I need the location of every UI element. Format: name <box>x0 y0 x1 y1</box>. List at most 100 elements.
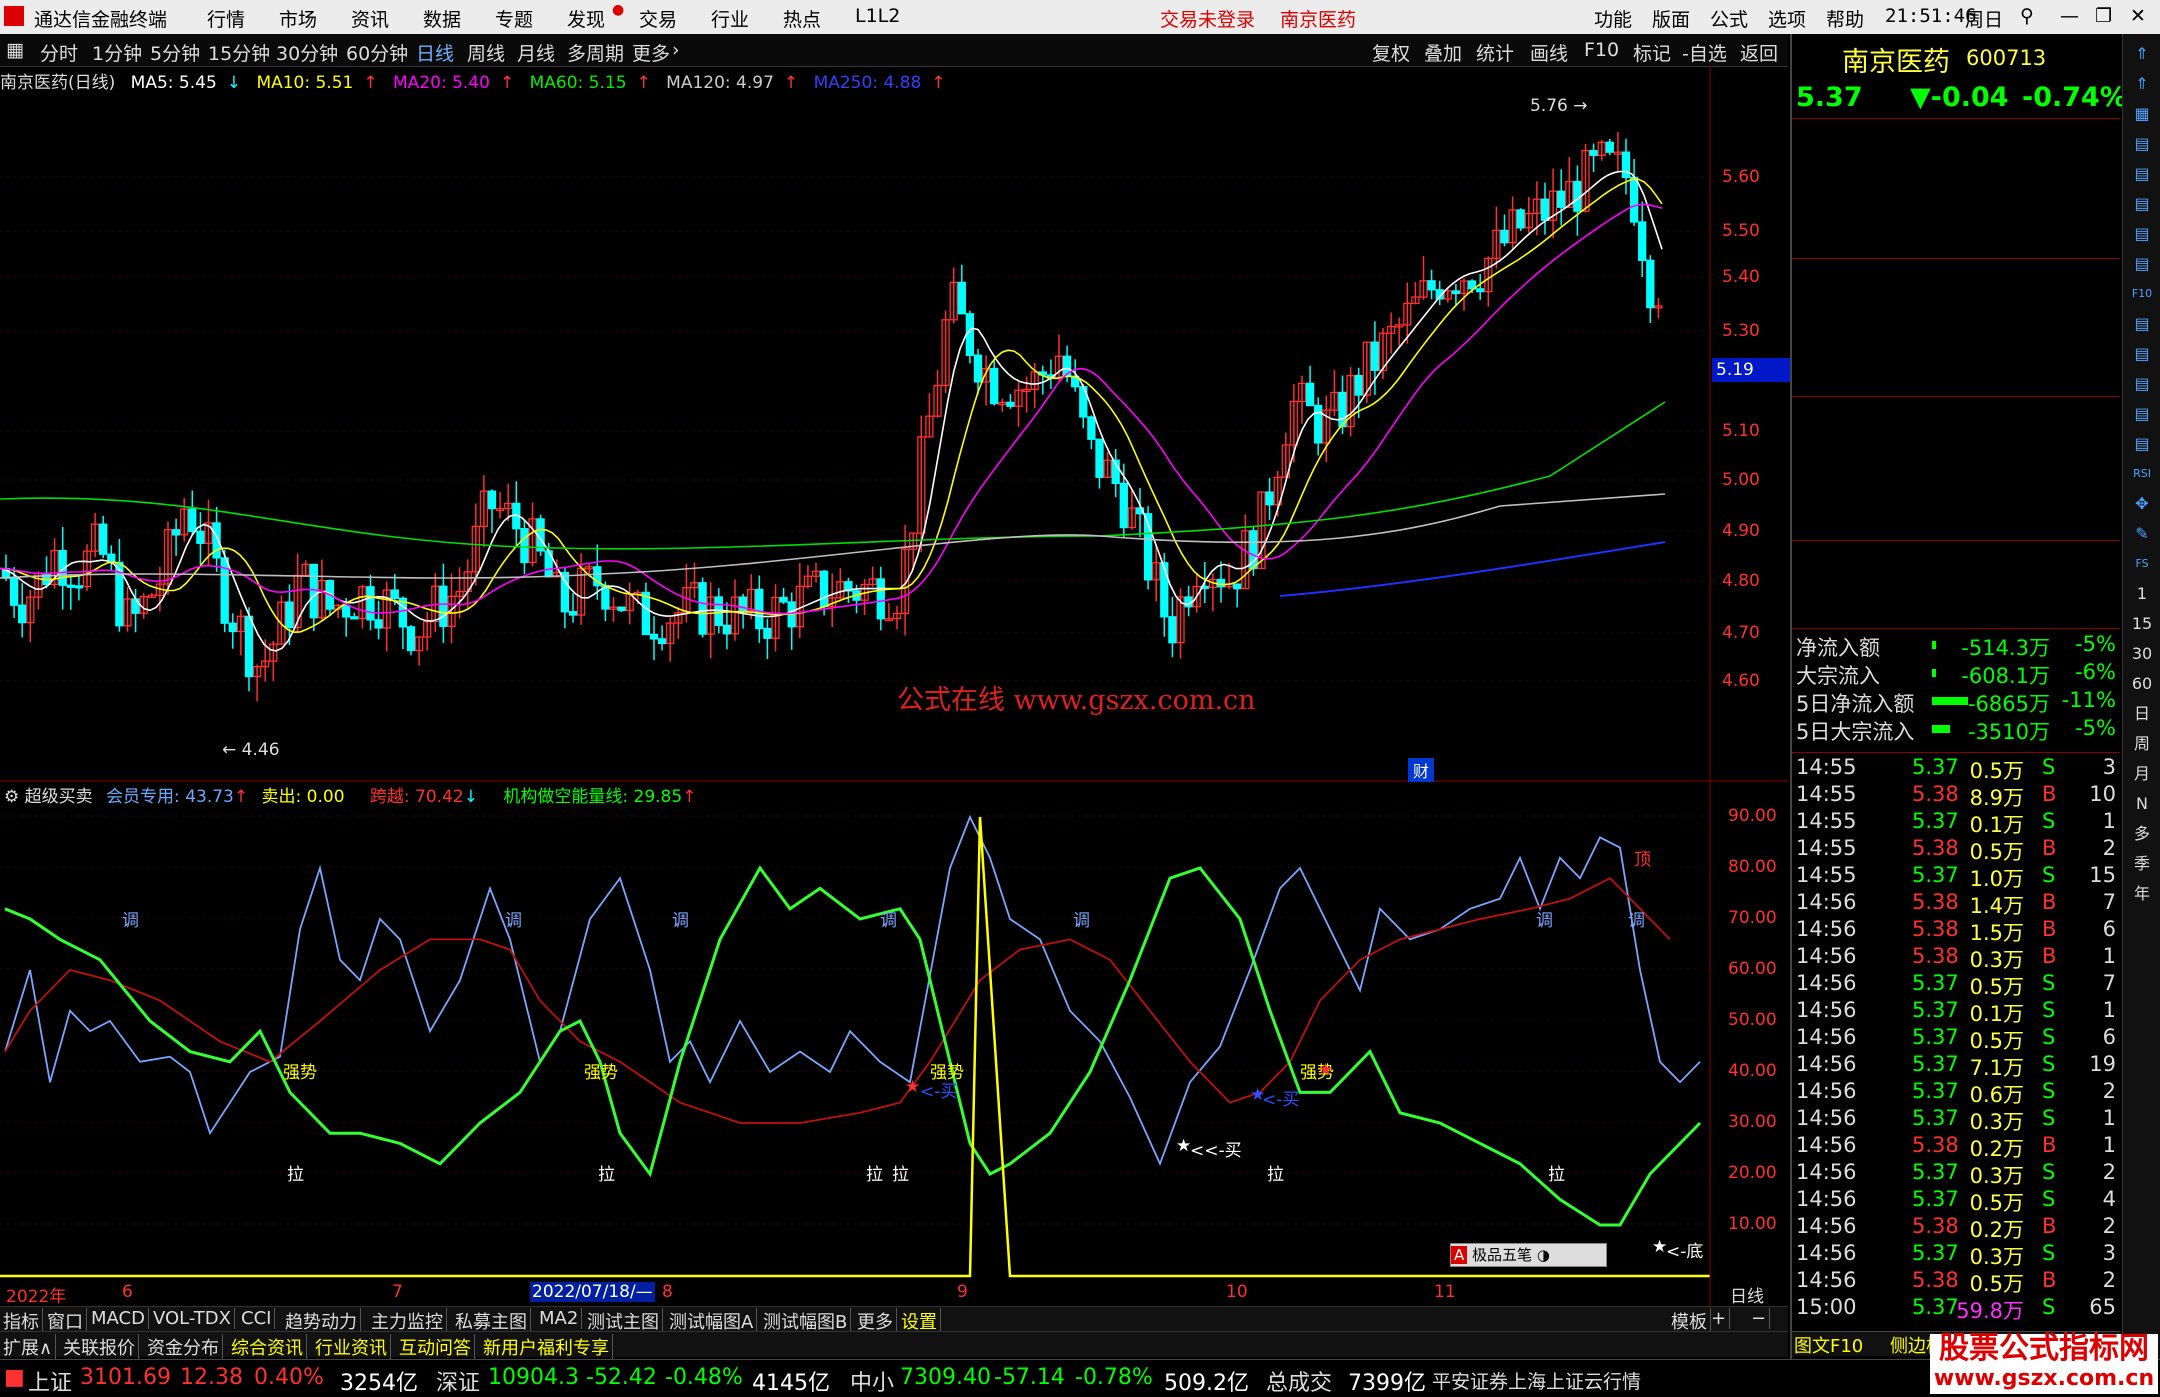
year-icon[interactable]: 年 <box>2128 880 2156 908</box>
menu-banmian[interactable]: 版面 <box>1652 5 1690 32</box>
n-icon[interactable]: N <box>2128 790 2156 818</box>
indicator-tab[interactable]: MA2 <box>536 1308 583 1329</box>
template-tab[interactable]: + <box>1708 1308 1731 1329</box>
menu-redian[interactable]: 热点 <box>783 5 821 32</box>
chart-icon[interactable]: ▤ <box>2128 130 2156 158</box>
period-60min[interactable]: 60分钟 <box>346 39 408 66</box>
period-monthly[interactable]: 月线 <box>517 39 555 66</box>
ma120-arrow: ↑ <box>783 73 799 93</box>
f10-icon[interactable]: F10 <box>2128 280 2156 308</box>
menu-faxian[interactable]: 发现 <box>567 5 605 32</box>
menu-gongneng[interactable]: 功能 <box>1594 5 1632 32</box>
menu-xuanxiang[interactable]: 选项 <box>1768 5 1806 32</box>
sz-index-label[interactable]: 深证 <box>436 1365 480 1397</box>
multi-icon[interactable]: 多 <box>2128 820 2156 848</box>
chart-icon[interactable]: ▤ <box>2128 340 2156 368</box>
ime-a-icon[interactable]: A <box>1451 1246 1468 1264</box>
finance-marker[interactable]: 财 <box>1408 758 1434 782</box>
pen-icon[interactable]: ✎ <box>2128 520 2156 548</box>
chart-icon[interactable]: ▤ <box>2128 220 2156 248</box>
chart-icon[interactable]: ▤ <box>2128 250 2156 278</box>
chart-icon[interactable]: ▤ <box>2128 370 2156 398</box>
day-icon[interactable]: 日 <box>2128 700 2156 728</box>
extension-tab[interactable]: 行业资讯 <box>312 1334 391 1360</box>
month-icon[interactable]: 月 <box>2128 760 2156 788</box>
sh-index-label[interactable]: 上证 <box>28 1365 72 1397</box>
30-icon[interactable]: 30 <box>2128 640 2156 668</box>
period-5min[interactable]: 5分钟 <box>150 39 200 66</box>
indicator-tab[interactable]: CCI <box>238 1308 276 1329</box>
restore-icon[interactable]: ❐ <box>2095 5 2112 27</box>
sme-index-label[interactable]: 中小 <box>850 1365 894 1397</box>
ime-moon-icon[interactable]: ◑ <box>1537 1246 1550 1264</box>
period-1min[interactable]: 1分钟 <box>92 39 142 66</box>
minimize-icon[interactable]: — <box>2060 5 2079 27</box>
tool-zixuan[interactable]: -自选 <box>1682 39 1727 66</box>
extension-tab[interactable]: 扩展∧ <box>0 1334 57 1360</box>
menu-bangzhu[interactable]: 帮助 <box>1826 5 1864 32</box>
tool-fanhui[interactable]: 返回 <box>1740 39 1778 66</box>
arrow-up-icon[interactable]: ⇑ <box>2128 40 2156 68</box>
menu-zhuanti[interactable]: 专题 <box>495 5 533 32</box>
tool-diejia[interactable]: 叠加 <box>1424 39 1462 66</box>
menu-zixun[interactable]: 资讯 <box>351 5 389 32</box>
week-icon[interactable]: 周 <box>2128 730 2156 758</box>
menu-hangye[interactable]: 行业 <box>711 5 749 32</box>
flow-label: 5日大宗流入 <box>1796 720 1915 744</box>
menu-shuju[interactable]: 数据 <box>423 5 461 32</box>
price-tick-label: 5.00 <box>1722 470 1760 490</box>
arrow-up-icon[interactable]: ⇑ <box>2128 70 2156 98</box>
close-icon[interactable]: ✕ <box>2130 5 2146 27</box>
menu-l1l2[interactable]: L1L2 <box>855 5 900 27</box>
extension-tab[interactable]: 关联报价 <box>60 1334 139 1360</box>
date-label-year: 2022年 <box>6 1287 67 1307</box>
extension-tab[interactable]: 新用户福利专享 <box>480 1334 613 1360</box>
tool-fuquan[interactable]: 复权 <box>1372 39 1410 66</box>
period-fenshi[interactable]: 分时 <box>40 39 78 66</box>
15-icon[interactable]: 15 <box>2128 610 2156 638</box>
period-more[interactable]: 更多 <box>632 39 670 66</box>
tool-tongji[interactable]: 统计 <box>1476 39 1514 66</box>
tool-f10[interactable]: F10 <box>1584 39 1619 61</box>
login-status[interactable]: 交易未登录 <box>1160 5 1255 32</box>
extension-tab[interactable]: 综合资讯 <box>228 1334 307 1360</box>
ime-toolbar[interactable]: A 极品五笔 ◑ <box>1450 1243 1607 1267</box>
f10-tab[interactable]: 图文F10 <box>1794 1332 1863 1358</box>
tick-v: 0.2万 <box>1969 1137 2024 1161</box>
template-tab[interactable]: − <box>1748 1308 1771 1329</box>
season-icon[interactable]: 季 <box>2128 850 2156 878</box>
period-multi[interactable]: 多周期 <box>567 39 624 66</box>
settings-gear-icon[interactable]: ⚙ <box>4 787 19 807</box>
period-30min[interactable]: 30分钟 <box>276 39 338 66</box>
fs-icon[interactable]: FS <box>2128 550 2156 578</box>
chart-icon[interactable]: ▤ <box>2128 430 2156 458</box>
chart-area[interactable] <box>0 66 1788 1306</box>
move-icon[interactable]: ✥ <box>2128 490 2156 518</box>
rsi-icon[interactable]: RSI <box>2128 460 2156 488</box>
chart-icon[interactable]: ▤ <box>2128 400 2156 428</box>
search-icon[interactable]: ⚲ <box>2020 5 2034 27</box>
signal-la-label: 拉 <box>1548 1165 1565 1185</box>
indicator-tab[interactable]: MACD <box>88 1308 149 1329</box>
chevron-right-icon[interactable]: › <box>672 39 680 61</box>
tool-huaxian[interactable]: 画线 <box>1530 39 1568 66</box>
tool-biaoji[interactable]: 标记 <box>1633 39 1671 66</box>
period-weekly[interactable]: 周线 <box>467 39 505 66</box>
grid-toggle-icon[interactable]: ▦ <box>6 39 24 61</box>
chart-icon[interactable]: ▤ <box>2128 160 2156 188</box>
period-15min[interactable]: 15分钟 <box>208 39 270 66</box>
extension-tab[interactable]: 资金分布 <box>144 1334 223 1360</box>
menu-gongshi[interactable]: 公式 <box>1710 5 1748 32</box>
grid-icon[interactable]: ▦ <box>2128 100 2156 128</box>
price-tick-label: 4.60 <box>1722 671 1760 691</box>
period-daily[interactable]: 日线 <box>416 39 454 66</box>
menu-jiaoyi[interactable]: 交易 <box>639 5 677 32</box>
menu-shichang[interactable]: 市场 <box>279 5 317 32</box>
1-icon[interactable]: 1 <box>2128 580 2156 608</box>
extension-tab[interactable]: 互动问答 <box>396 1334 475 1360</box>
chart-icon[interactable]: ▤ <box>2128 190 2156 218</box>
menu-hangqing[interactable]: 行情 <box>207 5 245 32</box>
indicator-tab[interactable]: VOL-TDX <box>150 1308 235 1329</box>
60-icon[interactable]: 60 <box>2128 670 2156 698</box>
chart-icon[interactable]: ▤ <box>2128 310 2156 338</box>
